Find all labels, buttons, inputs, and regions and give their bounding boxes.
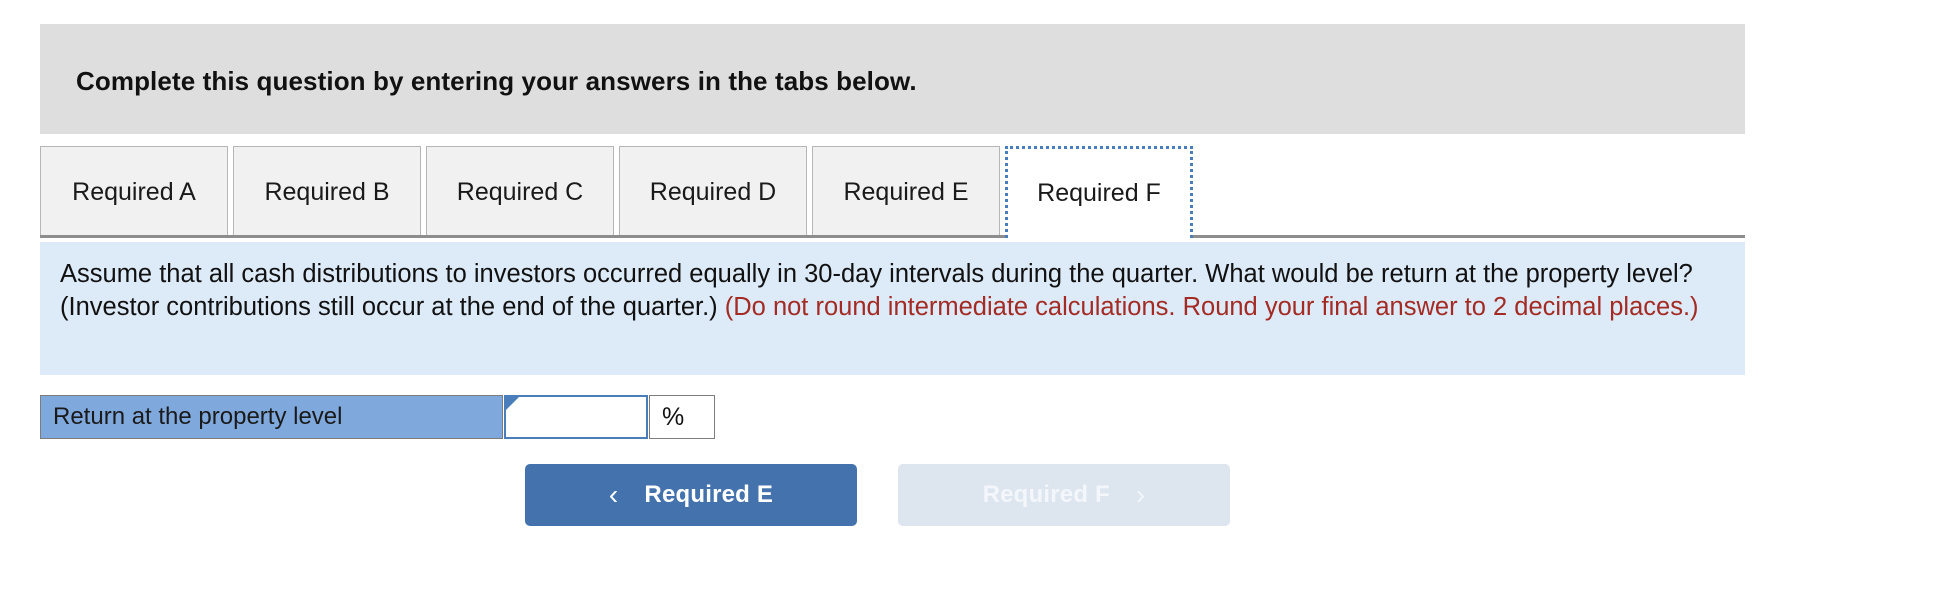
prev-button-label: Required E (644, 481, 774, 508)
tab-required-c[interactable]: Required C (426, 146, 614, 238)
tab-label: Required A (72, 178, 196, 206)
tabs-row: Required A Required B Required C Require… (40, 146, 1198, 238)
answer-unit-text: % (662, 402, 685, 431)
answer-label-cell: Return at the property level (40, 395, 503, 439)
question-text: Assume that all cash distributions to in… (60, 258, 1725, 324)
tab-label: Required E (843, 178, 969, 206)
tab-required-a[interactable]: Required A (40, 146, 228, 238)
question-rounding-note: (Do not round intermediate calculations.… (724, 293, 1699, 321)
tab-label: Required D (649, 178, 777, 206)
prev-required-e-button[interactable]: ‹ Required E (525, 464, 857, 526)
tab-required-f[interactable]: Required F (1005, 146, 1193, 238)
tab-strip: Required A Required B Required C Require… (40, 146, 1745, 242)
navigation-buttons: ‹ Required E Required F › (525, 464, 1230, 526)
tab-label: Required F (1037, 179, 1161, 207)
tab-required-e[interactable]: Required E (812, 146, 1000, 238)
next-button-label: Required F (982, 481, 1110, 508)
question-panel: Assume that all cash distributions to in… (40, 242, 1745, 375)
exam-question-page: Complete this question by entering your … (0, 0, 1950, 596)
answer-input[interactable] (506, 397, 646, 437)
tab-required-b[interactable]: Required B (233, 146, 421, 238)
answer-unit-cell: % (649, 395, 715, 439)
tab-required-d[interactable]: Required D (619, 146, 807, 238)
answer-label-text: Return at the property level (53, 403, 343, 430)
chevron-left-icon: ‹ (608, 479, 619, 510)
tab-underline-divider (40, 235, 1745, 238)
chevron-right-icon: › (1135, 479, 1146, 510)
next-required-f-button[interactable]: Required F › (898, 464, 1230, 526)
instruction-banner: Complete this question by entering your … (40, 24, 1745, 134)
instruction-text: Complete this question by entering your … (76, 66, 917, 96)
tab-label: Required B (264, 178, 390, 206)
answer-row: Return at the property level % (40, 395, 715, 439)
tab-label: Required C (456, 178, 584, 206)
answer-input-cell[interactable] (504, 395, 648, 439)
